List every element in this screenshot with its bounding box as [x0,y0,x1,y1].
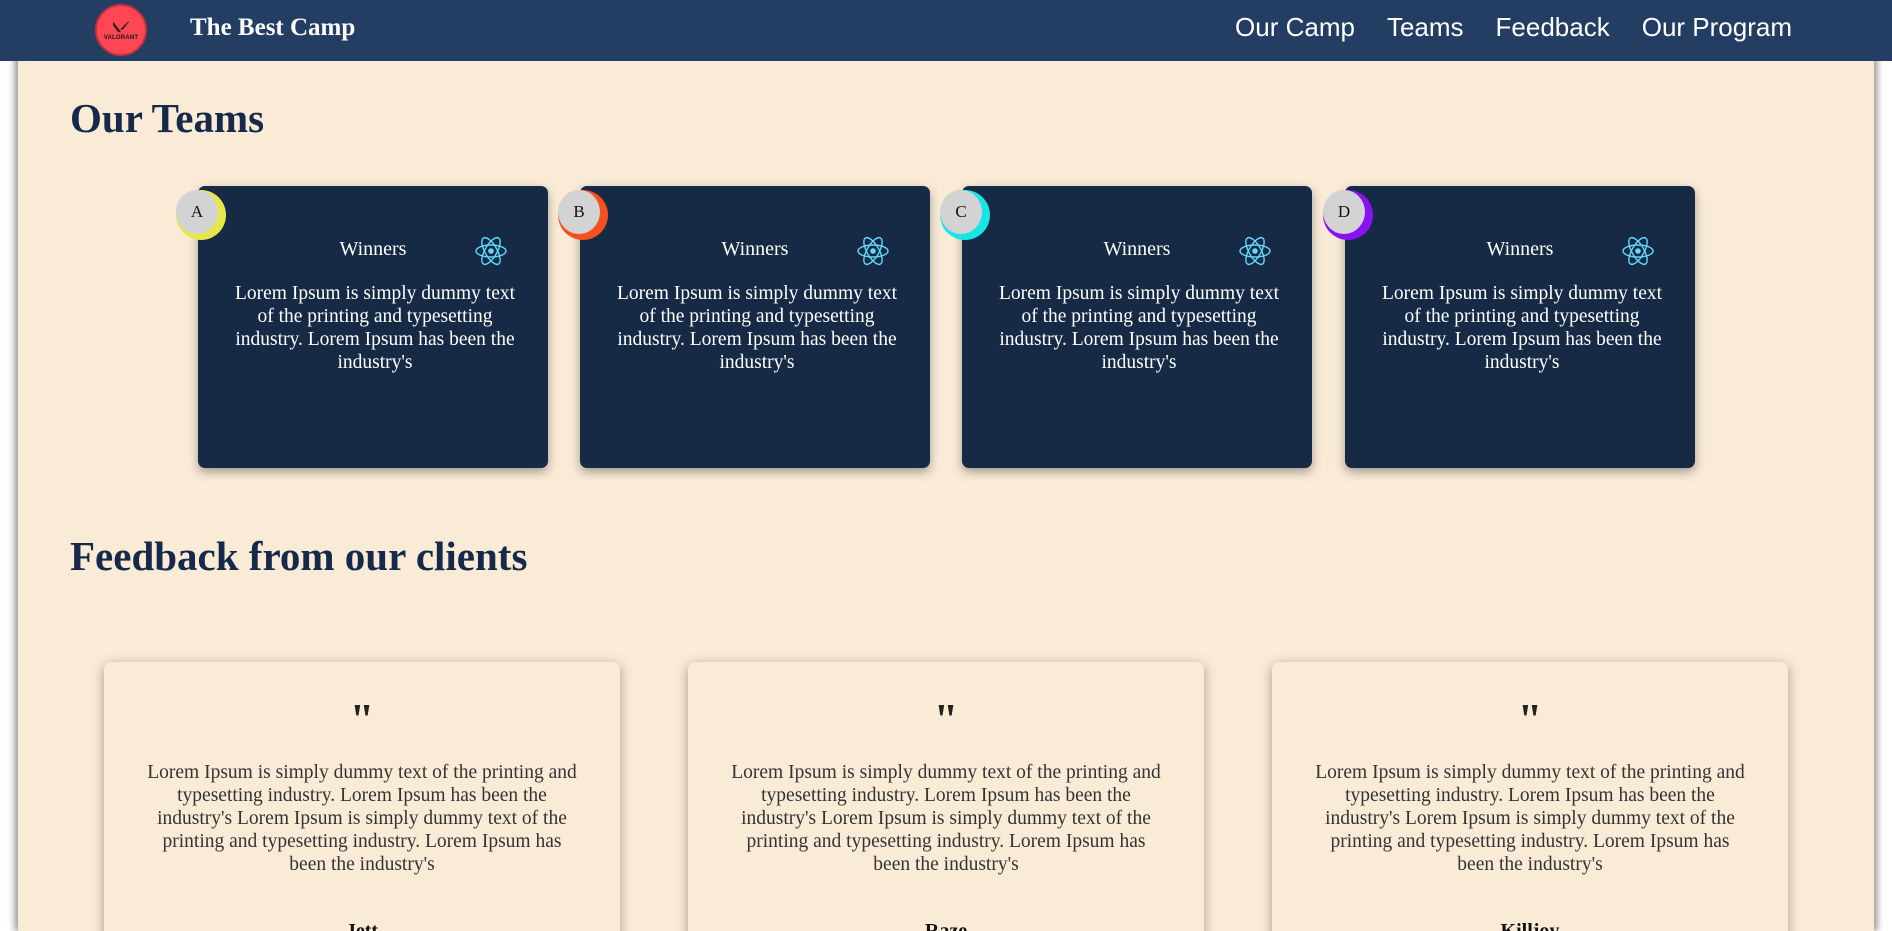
team-card-b: B Winners Lorem Ipsum is simply dummy te… [558,186,930,468]
quote-icon: " [349,695,375,744]
team-card-text: Lorem Ipsum is simply dummy text of the … [616,283,898,373]
feedback-text: Lorem Ipsum is simply dummy text of the … [1315,762,1745,875]
react-icon [1239,236,1271,266]
logo-text: VALORANT [103,34,139,41]
react-icon [1622,236,1654,266]
nav-link-our-program[interactable]: Our Program [1642,12,1792,43]
react-icon [475,236,507,266]
react-icon [857,236,889,266]
feedback-author: Jett [345,920,379,931]
feedback-card-killjoy: " Lorem Ipsum is simply dummy text of th… [1272,662,1788,931]
quote-icon: " [933,695,959,744]
feedback-section-title: Feedback from our clients [70,533,528,579]
feedback-card-raze: " Lorem Ipsum is simply dummy text of th… [688,662,1204,931]
page-body: Our Teams A Winners Lorem Ipsum is simpl… [18,0,1874,931]
navbar: VALORANT The Best Camp Our Camp Teams Fe… [0,0,1892,61]
team-card-d: D Winners Lorem Ipsum is simply dummy te… [1323,186,1695,468]
feedback-author: Raze [924,920,968,931]
brand-title[interactable]: The Best Camp [190,14,355,42]
feedback-card-jett: " Lorem Ipsum is simply dummy text of th… [104,662,620,931]
feedback-text: Lorem Ipsum is simply dummy text of the … [147,762,577,875]
nav-links: Our Camp Teams Feedback Our Program [1235,12,1792,43]
quote-icon: " [1517,695,1543,744]
team-badge-d: D [1323,190,1373,240]
team-card-text: Lorem Ipsum is simply dummy text of the … [234,283,516,373]
team-badge-c: C [940,190,990,240]
nav-link-teams[interactable]: Teams [1387,12,1464,43]
feedback-text: Lorem Ipsum is simply dummy text of the … [731,762,1161,875]
nav-link-our-camp[interactable]: Our Camp [1235,12,1355,43]
valorant-v-icon [113,20,129,32]
team-badge-a: A [176,190,226,240]
team-card-text: Lorem Ipsum is simply dummy text of the … [1381,283,1663,373]
nav-link-feedback[interactable]: Feedback [1496,12,1610,43]
team-card-a: A Winners Lorem Ipsum is simply dummy te… [176,186,548,468]
team-badge-b: B [558,190,608,240]
team-card-text: Lorem Ipsum is simply dummy text of the … [998,283,1280,373]
teams-section-title: Our Teams [70,95,265,141]
feedback-author: Killjoy [1500,920,1560,931]
team-card-c: C Winners Lorem Ipsum is simply dummy te… [940,186,1312,468]
valorant-logo[interactable]: VALORANT [95,4,147,56]
